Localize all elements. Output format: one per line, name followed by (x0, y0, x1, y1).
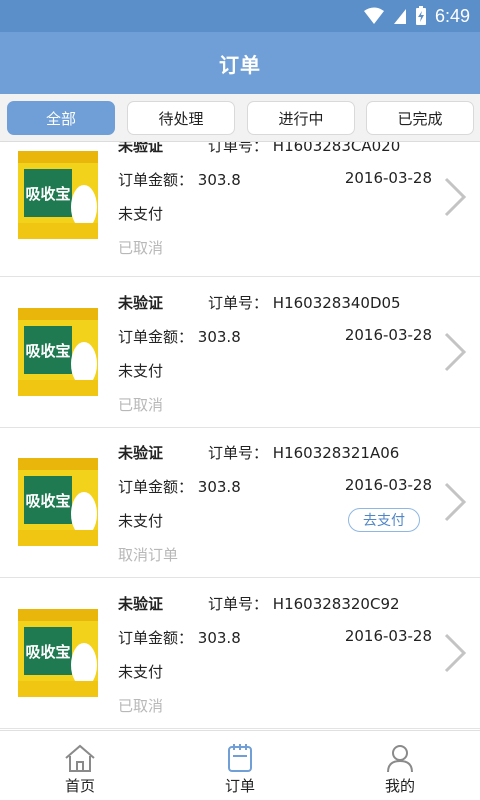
order-number: 订单号： H160328320C92 (208, 593, 400, 614)
payment-status: 未支付 (118, 663, 164, 681)
payment-status: 未支付 (118, 512, 164, 530)
order-date: 2016-03-28 (344, 169, 432, 187)
order-number: 订单号： H160328321A06 (208, 442, 399, 463)
product-thumbnail: 吸收宝 (18, 609, 98, 697)
pay-now-button[interactable]: 去支付 (348, 508, 420, 532)
order-amount: 订单金额： 303.8 (118, 476, 241, 497)
tab-completed[interactable]: 已完成 (366, 101, 474, 135)
home-icon (65, 744, 95, 772)
payment-status: 未支付 (118, 205, 164, 223)
page-title: 订单 (219, 52, 261, 77)
status-icons: 6:49 (363, 5, 470, 27)
order-status-cancelled: 已取消 (118, 239, 164, 257)
order-number-value: H1603283CA020 (272, 142, 401, 155)
order-date: 2016-03-28 (344, 326, 432, 344)
signal-icon (393, 9, 406, 24)
product-brand: 吸收宝 (25, 185, 70, 203)
order-number-value: H160328321A06 (272, 444, 400, 462)
order-number-label: 订单号： (208, 142, 269, 155)
order-number: 订单号： H160328340D05 (208, 292, 401, 313)
order-date: 2016-03-28 (344, 476, 432, 494)
verify-status: 未验证 (118, 595, 164, 613)
order-amount: 订单金额： 303.8 (118, 169, 241, 190)
order-amount-value: 303.8 (197, 328, 241, 346)
order-amount: 订单金额： 303.8 (118, 326, 241, 347)
product-brand: 吸收宝 (25, 492, 70, 510)
order-amount-label: 订单金额： (118, 629, 194, 647)
order-number: 订单号： H1603283CA020 (208, 142, 400, 156)
order-list-item[interactable]: 吸收宝 未验证 订单号： H160328340D05 订单金额： 303.8 2… (0, 278, 480, 428)
status-bar: 6:49 (0, 0, 480, 32)
order-number-label: 订单号： (208, 444, 269, 462)
nav-profile-label: 我的 (384, 777, 415, 795)
tab-pending[interactable]: 待处理 (127, 101, 235, 135)
order-amount-value: 303.8 (197, 478, 241, 496)
chevron-right-icon[interactable] (442, 631, 468, 675)
order-amount-label: 订单金额： (118, 478, 194, 496)
filter-tabs: 全部 待处理 进行中 已完成 (0, 94, 480, 142)
nav-orders[interactable]: 订单 (160, 731, 320, 800)
nav-home-label: 首页 (64, 777, 95, 795)
tab-all[interactable]: 全部 (7, 101, 115, 135)
order-amount-label: 订单金额： (118, 328, 194, 346)
profile-icon (387, 745, 413, 773)
bottom-nav: 首页 订单 我的 (0, 730, 480, 800)
verify-status: 未验证 (118, 142, 164, 155)
order-status-cancelled: 已取消 (118, 697, 164, 715)
verify-status: 未验证 (118, 294, 164, 312)
order-number-label: 订单号： (208, 294, 269, 312)
orders-icon (228, 744, 252, 772)
product-brand: 吸收宝 (25, 643, 70, 661)
battery-charging-icon (415, 6, 426, 25)
order-list-item[interactable]: 吸收宝 未验证 订单号： H160328321A06 订单金额： 303.8 2… (0, 428, 480, 578)
nav-home[interactable]: 首页 (0, 731, 160, 800)
order-amount-value: 303.8 (197, 171, 241, 189)
tab-in-progress[interactable]: 进行中 (247, 101, 355, 135)
order-list-item[interactable]: 吸收宝 未验证 订单号： H160328320C92 订单金额： 303.8 2… (0, 579, 480, 729)
chevron-right-icon[interactable] (442, 480, 468, 524)
product-thumbnail: 吸收宝 (18, 458, 98, 546)
nav-profile[interactable]: 我的 (320, 731, 480, 800)
product-thumbnail: 吸收宝 (18, 308, 98, 396)
app-bar: 订单 (0, 32, 480, 94)
order-list-item[interactable]: 吸收宝 未验证 订单号： H1603283CA020 订单金额： 303.8 2… (0, 142, 480, 277)
order-number-label: 订单号： (208, 595, 269, 613)
order-list: 吸收宝 未验证 订单号： H1603283CA020 订单金额： 303.8 2… (0, 142, 480, 730)
verify-status: 未验证 (118, 444, 164, 462)
status-time: 6:49 (434, 5, 470, 26)
wifi-icon (363, 7, 384, 24)
product-thumbnail: 吸收宝 (18, 151, 98, 239)
order-number-value: H160328320C92 (272, 595, 400, 613)
order-amount-value: 303.8 (197, 629, 241, 647)
order-amount-label: 订单金额： (118, 171, 194, 189)
order-date: 2016-03-28 (344, 627, 432, 645)
payment-status: 未支付 (118, 362, 164, 380)
chevron-right-icon[interactable] (442, 330, 468, 374)
nav-orders-label: 订单 (224, 777, 255, 795)
product-brand: 吸收宝 (25, 342, 70, 360)
order-number-value: H160328340D05 (272, 294, 401, 312)
order-amount: 订单金额： 303.8 (118, 627, 241, 648)
order-status-cancelled: 已取消 (118, 396, 164, 414)
cancel-order-link[interactable]: 取消订单 (118, 544, 178, 565)
chevron-right-icon[interactable] (442, 175, 468, 219)
